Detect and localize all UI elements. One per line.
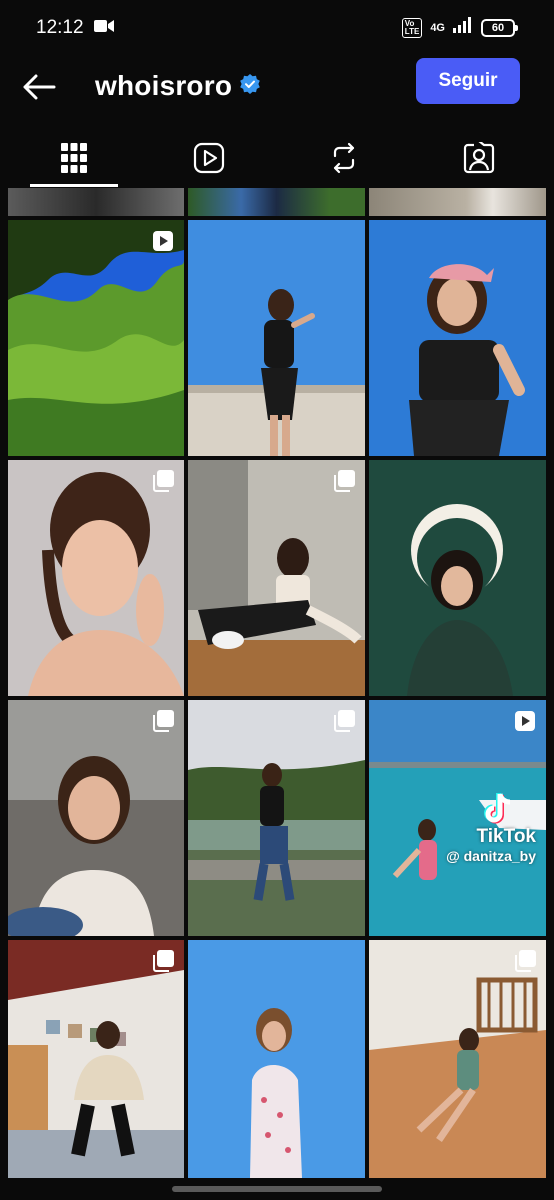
post-tile[interactable] — [188, 700, 365, 936]
status-left: 12:12 — [36, 17, 114, 39]
post-tile[interactable] — [8, 188, 184, 216]
volte-badge: Vo LTE — [401, 18, 423, 38]
post-tile[interactable] — [369, 460, 546, 696]
post-tile[interactable] — [188, 460, 365, 696]
signal-icon — [453, 17, 473, 39]
carousel-badge-icon — [152, 710, 174, 732]
post-tile[interactable] — [188, 940, 365, 1178]
username: whoisroro — [95, 70, 233, 101]
username-wrap: whoisroro — [95, 70, 260, 102]
video-camera-icon — [93, 17, 114, 39]
follow-button[interactable]: Seguir — [416, 58, 520, 104]
profile-header: whoisroro Seguir — [0, 56, 554, 118]
tab-indicator — [30, 184, 118, 187]
post-tile[interactable] — [8, 460, 184, 696]
carousel-badge-icon — [333, 470, 355, 492]
profile-tabs — [0, 128, 554, 188]
tab-grid[interactable] — [29, 128, 119, 188]
tab-reposts[interactable] — [299, 128, 389, 188]
tab-tagged[interactable] — [434, 128, 524, 188]
post-grid: TikTok @ danitza_by — [0, 188, 554, 1200]
post-tile[interactable]: TikTok @ danitza_by — [369, 700, 546, 936]
post-tile[interactable] — [8, 940, 184, 1178]
carousel-badge-icon — [152, 470, 174, 492]
carousel-badge-icon — [514, 950, 536, 972]
back-arrow-icon — [23, 74, 56, 100]
status-right: Vo LTE 4G 60 — [401, 17, 518, 39]
tiktok-brand: TikTok — [476, 826, 536, 847]
network-type: 4G — [430, 22, 445, 34]
tiktok-user: @ danitza_by — [446, 848, 536, 864]
clock: 12:12 — [36, 17, 84, 38]
home-indicator[interactable] — [172, 1186, 382, 1192]
status-bar: 12:12 Vo LTE 4G 60 — [0, 0, 554, 56]
reels-icon — [193, 142, 225, 174]
reel-badge-icon — [514, 710, 536, 732]
post-tile[interactable] — [369, 940, 546, 1178]
battery-icon: 60 — [481, 19, 518, 37]
tab-reels[interactable] — [164, 128, 254, 188]
battery-level: 60 — [481, 19, 515, 37]
carousel-badge-icon — [152, 950, 174, 972]
post-tile[interactable] — [188, 188, 365, 216]
tiktok-logo-icon — [484, 793, 511, 824]
back-button[interactable] — [20, 70, 58, 104]
verified-badge-icon — [240, 73, 260, 99]
tiktok-watermark: TikTok @ danitza_by — [446, 792, 536, 864]
post-tile[interactable] — [8, 700, 184, 936]
reposts-icon — [333, 142, 355, 174]
post-tile[interactable] — [8, 220, 184, 456]
post-tile[interactable] — [369, 188, 546, 216]
carousel-badge-icon — [333, 710, 355, 732]
post-tile[interactable] — [369, 220, 546, 456]
post-tile[interactable] — [188, 220, 365, 456]
reel-badge-icon — [152, 230, 174, 252]
tagged-icon — [463, 142, 495, 174]
grid-icon — [61, 143, 87, 173]
